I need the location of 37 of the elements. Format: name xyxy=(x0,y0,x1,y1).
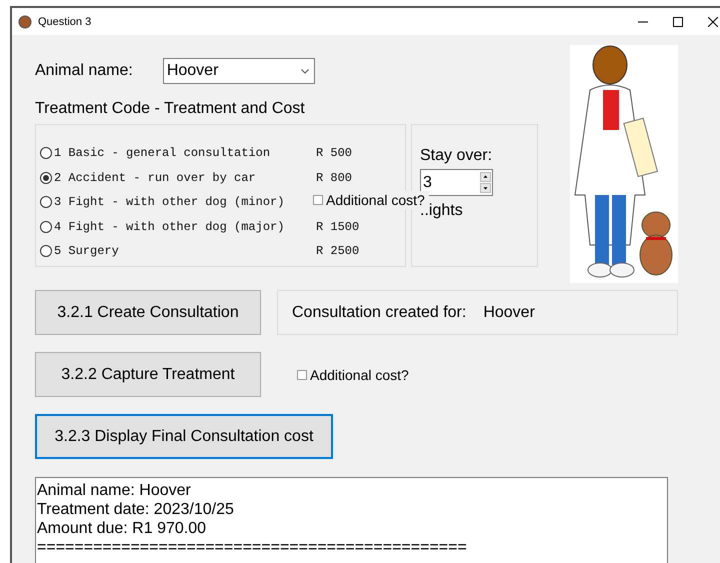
treatment-price: R 1500 xyxy=(316,220,360,234)
animal-name-dropdown[interactable]: Hoover xyxy=(162,58,315,84)
display-cost-button[interactable]: 3.2.3 Display Final Consultation cost xyxy=(35,414,333,459)
checkbox[interactable] xyxy=(313,195,323,205)
output-line: ============================================== xyxy=(37,538,468,557)
stay-label: Stay over: xyxy=(420,147,492,164)
treatment-option[interactable]: 1 Basic - general consultation xyxy=(54,146,316,160)
radio-button[interactable] xyxy=(40,245,52,258)
treatment-price: R 2500 xyxy=(316,244,360,258)
chevron-down-icon xyxy=(300,68,309,74)
radio-button[interactable] xyxy=(40,147,52,160)
window-title: Question 3 xyxy=(38,16,92,28)
create-consultation-button[interactable]: 3.2.1 Create Consultation xyxy=(35,290,261,335)
treatment-option[interactable]: 5 Surgery xyxy=(54,244,316,258)
checkbox[interactable] xyxy=(297,370,307,380)
animal-name-label: Animal name: xyxy=(35,62,133,80)
close-icon[interactable] xyxy=(708,16,718,26)
output-line: Amount due: R1 970.00 xyxy=(37,519,208,538)
output-line: Animal name: Hoover xyxy=(37,481,192,500)
checkbox-label[interactable]: Additional cost? xyxy=(310,366,409,382)
app-icon xyxy=(18,14,32,28)
treatment-heading: Treatment Code - Treatment and Cost xyxy=(35,100,306,119)
nights-spinner[interactable]: 3 xyxy=(420,169,493,196)
treatment-price: R 500 xyxy=(316,146,352,160)
output-line: Treatment date: 2023/10/25 xyxy=(37,500,235,519)
maximize-icon[interactable] xyxy=(672,16,682,26)
treatment-price: R 800 xyxy=(316,170,352,185)
radio-button[interactable] xyxy=(40,220,52,233)
status-label: Consultation created for: xyxy=(292,304,466,322)
capture-treatment-button[interactable]: 3.2.2 Capture Treatment xyxy=(35,352,261,397)
treatment-option[interactable]: 3 Fight - with other dog (minor) xyxy=(54,195,316,210)
status-value: Hoover xyxy=(483,304,535,322)
checkbox-label[interactable]: Additional cost? xyxy=(326,191,429,209)
radio-button[interactable] xyxy=(40,196,52,208)
radio-button[interactable] xyxy=(40,172,52,184)
treatment-option[interactable]: 2 Accident - run over by car xyxy=(54,170,316,185)
treatment-option[interactable]: 4 Fight - with other dog (major) xyxy=(54,220,316,234)
